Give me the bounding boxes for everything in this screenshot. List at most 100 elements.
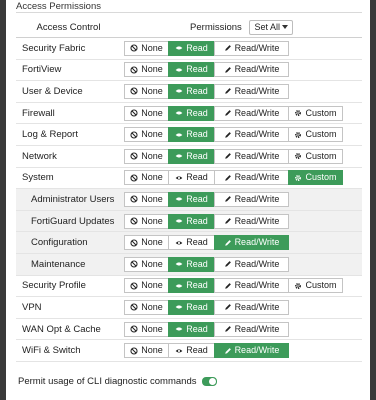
permission-rw-button[interactable]: Read/Write <box>214 321 289 337</box>
permission-rw-button[interactable]: Read/Write <box>214 40 289 56</box>
permission-rw-label: Read/Write <box>234 215 280 226</box>
eye-icon <box>175 109 183 117</box>
permission-none-button[interactable]: None <box>124 148 169 164</box>
permission-read-button[interactable]: Read <box>168 127 215 143</box>
permission-read-button[interactable]: Read <box>168 213 215 229</box>
table-row: WiFi & Switch None Read Read/Write <box>16 339 362 362</box>
cli-permission-toggle[interactable] <box>202 377 218 386</box>
permission-none-button[interactable]: None <box>124 235 169 251</box>
permission-rw-button[interactable]: Read/Write <box>214 299 289 315</box>
permission-read-button[interactable]: Read <box>168 299 215 315</box>
permission-buttons-cell: None Read Read/Write <box>121 210 362 233</box>
permission-read-button[interactable]: Read <box>168 191 215 207</box>
eye-icon <box>175 87 183 95</box>
permission-rw-label: Read/Write <box>234 172 280 183</box>
permission-none-button[interactable]: None <box>124 105 169 121</box>
permission-rw-label: Read/Write <box>234 150 280 161</box>
permission-read-button[interactable]: Read <box>168 256 215 272</box>
permission-none-button[interactable]: None <box>124 127 169 143</box>
permission-rw-button[interactable]: Read/Write <box>214 148 289 164</box>
permission-rw-button[interactable]: Read/Write <box>214 105 289 121</box>
pencil-icon <box>224 260 232 268</box>
gear-icon <box>294 174 302 182</box>
permission-none-button[interactable]: None <box>124 62 169 78</box>
permission-none-label: None <box>141 301 163 312</box>
permission-rw-button[interactable]: Read/Write <box>214 278 289 294</box>
permission-read-button[interactable]: Read <box>168 83 215 99</box>
permission-read-button[interactable]: Read <box>168 321 215 337</box>
pencil-icon <box>224 174 232 182</box>
permission-none-button[interactable]: None <box>124 321 169 337</box>
permission-rw-button[interactable]: Read/Write <box>214 170 289 186</box>
access-control-name: FortiGuard Updates <box>16 210 121 233</box>
permission-buttons-cell: None Read Read/Write <box>121 231 362 254</box>
permission-custom-button[interactable]: Custom <box>288 127 343 143</box>
table-header-row: Access Control Permissions Set All <box>16 17 362 38</box>
permission-none-button[interactable]: None <box>124 40 169 56</box>
permission-read-label: Read <box>186 215 208 226</box>
permission-rw-button[interactable]: Read/Write <box>214 62 289 78</box>
none-icon <box>130 303 138 311</box>
set-all-dropdown[interactable]: Set All <box>249 19 293 35</box>
access-control-name: Maintenance <box>16 253 121 276</box>
permission-none-label: None <box>141 172 163 183</box>
permission-none-button[interactable]: None <box>124 170 169 186</box>
permission-buttons-cell: None Read Read/Write <box>121 296 362 319</box>
permission-rw-button[interactable]: Read/Write <box>214 235 289 251</box>
permission-custom-button[interactable]: Custom <box>288 170 343 186</box>
permission-custom-button[interactable]: Custom <box>288 148 343 164</box>
permission-rw-label: Read/Write <box>234 107 280 118</box>
none-icon <box>130 66 138 74</box>
permission-read-button[interactable]: Read <box>168 278 215 294</box>
permission-rw-label: Read/Write <box>234 258 280 269</box>
permission-button-group: None Read Read/Write Custom <box>121 170 362 186</box>
permission-button-group: None Read Read/Write <box>121 235 362 251</box>
permission-button-group: None Read Read/Write <box>121 299 362 315</box>
permission-buttons-cell: None Read Read/Write <box>121 253 362 276</box>
access-control-name: WiFi & Switch <box>16 339 121 362</box>
permission-buttons-cell: None Read Read/Write <box>121 80 362 103</box>
permission-rw-button[interactable]: Read/Write <box>214 213 289 229</box>
permission-custom-button[interactable]: Custom <box>288 278 343 294</box>
access-control-name: WAN Opt & Cache <box>16 318 121 341</box>
table-row: Firewall None Read Read/Write Custom <box>16 102 362 125</box>
permission-buttons-cell: None Read Read/Write Custom <box>121 102 362 125</box>
permission-read-label: Read <box>186 107 208 118</box>
toggle-knob <box>209 378 217 385</box>
permission-none-button[interactable]: None <box>124 278 169 294</box>
section-title: Access Permissions <box>16 1 101 12</box>
permission-rw-button[interactable]: Read/Write <box>214 83 289 99</box>
permission-read-button[interactable]: Read <box>168 148 215 164</box>
none-icon <box>130 260 138 268</box>
permission-buttons-cell: None Read Read/Write <box>121 188 362 211</box>
permission-rw-button[interactable]: Read/Write <box>214 127 289 143</box>
permission-rw-button[interactable]: Read/Write <box>214 191 289 207</box>
permission-none-button[interactable]: None <box>124 83 169 99</box>
table-row: FortiGuard Updates None Read Read/Write <box>16 210 362 233</box>
permission-read-button[interactable]: Read <box>168 343 215 359</box>
permission-read-label: Read <box>186 42 208 53</box>
permission-read-label: Read <box>186 150 208 161</box>
permission-read-button[interactable]: Read <box>168 40 215 56</box>
permission-read-label: Read <box>186 85 208 96</box>
permission-none-button[interactable]: None <box>124 213 169 229</box>
access-control-name: Security Fabric <box>16 37 121 60</box>
permission-custom-button[interactable]: Custom <box>288 105 343 121</box>
permission-none-button[interactable]: None <box>124 299 169 315</box>
permission-read-button[interactable]: Read <box>168 62 215 78</box>
permission-read-button[interactable]: Read <box>168 235 215 251</box>
permission-none-button[interactable]: None <box>124 256 169 272</box>
permission-custom-label: Custom <box>305 107 337 118</box>
permission-none-button[interactable]: None <box>124 191 169 207</box>
pencil-icon <box>224 44 232 52</box>
permission-rw-button[interactable]: Read/Write <box>214 256 289 272</box>
eye-icon <box>175 325 183 333</box>
permission-rw-button[interactable]: Read/Write <box>214 343 289 359</box>
permission-none-button[interactable]: None <box>124 343 169 359</box>
permission-read-button[interactable]: Read <box>168 170 215 186</box>
section-divider <box>16 12 362 13</box>
table-row: Security Fabric None Read Read/Write <box>16 37 362 60</box>
pencil-icon <box>224 66 232 74</box>
permission-read-button[interactable]: Read <box>168 105 215 121</box>
access-control-name: Log & Report <box>16 123 121 146</box>
